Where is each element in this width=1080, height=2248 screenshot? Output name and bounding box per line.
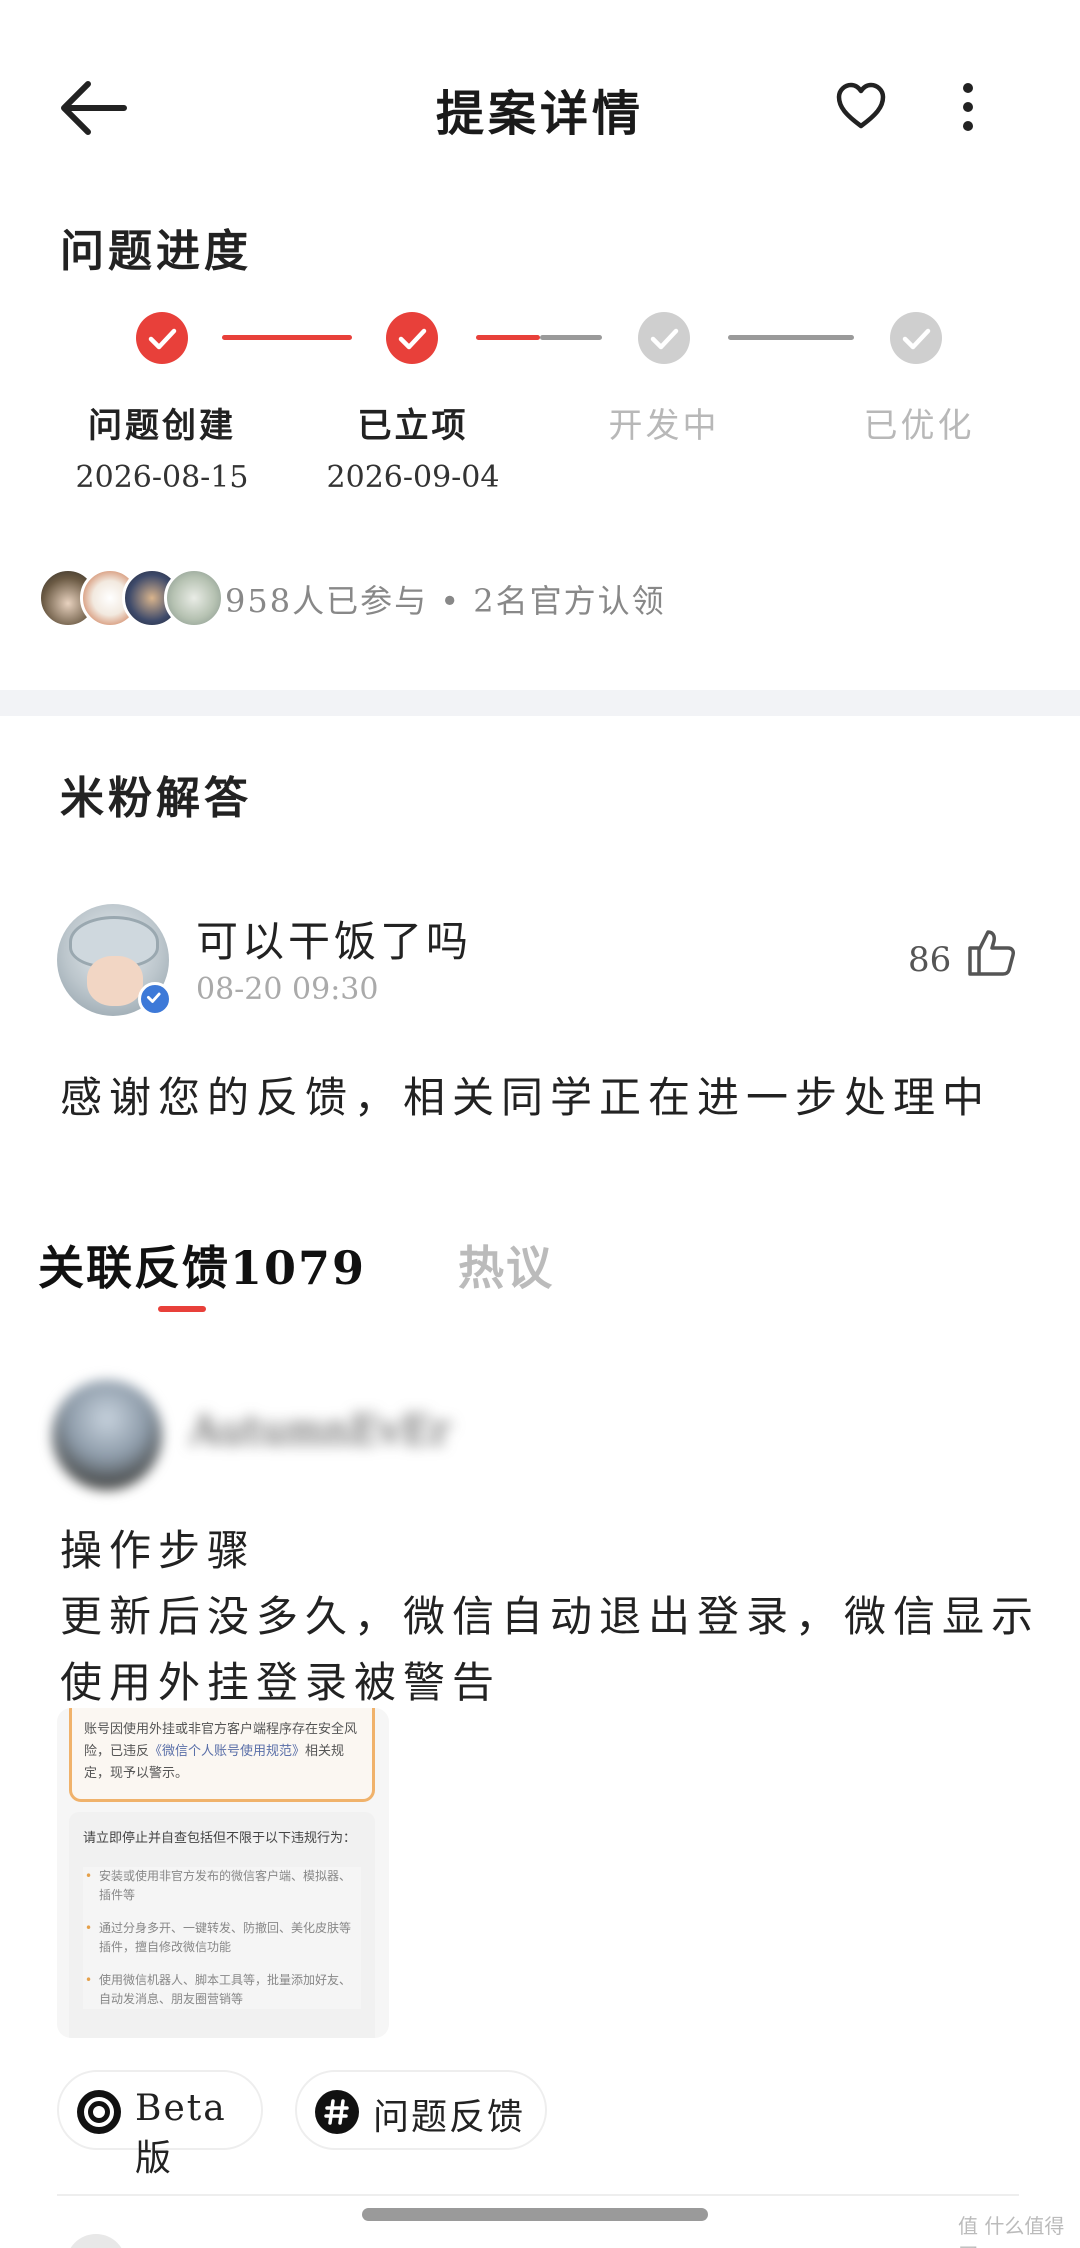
home-indicator[interactable]	[362, 2208, 708, 2221]
verified-badge-icon	[138, 982, 172, 1016]
step-4-check-icon	[890, 312, 942, 364]
answer-time: 08-20 09:30	[196, 972, 379, 1007]
image-body: 请立即停止并自查包括但不限于以下违规行为： 安装或使用非官方发布的微信客户端、模…	[69, 1812, 375, 2038]
tag-chip-beta[interactable]: Beta版	[57, 2070, 263, 2179]
avatar[interactable]	[66, 2234, 126, 2248]
step-connector-1	[222, 335, 352, 340]
step-connector-3	[728, 335, 854, 340]
post-author-name[interactable]: AutumnEvEr	[190, 1408, 450, 1454]
step-connector-2-done	[476, 335, 540, 340]
participants-count: 958人已参与 • 2名官方认领	[225, 582, 666, 620]
post-screenshot-image[interactable]: 账号因使用外挂或非官方客户端程序存在安全风险，已违反《微信个人账号使用规范》相关…	[57, 1708, 389, 2038]
answer-section-title: 米粉解答	[60, 773, 252, 824]
image-warning-box: 账号因使用外挂或非官方客户端程序存在安全风险，已违反《微信个人账号使用规范》相关…	[69, 1708, 375, 1802]
step-1-check-icon	[136, 312, 188, 364]
step-2-label: 已立项	[357, 406, 469, 446]
step-1-date: 2026-08-15	[75, 460, 249, 495]
post-content[interactable]: 操作步骤 更新后没多久，微信自动退出登录，微信显示 使用外挂登录被警告	[60, 1518, 1040, 1716]
answerer-name[interactable]: 可以干饭了吗	[196, 908, 472, 969]
step-4-label: 已优化	[863, 406, 975, 446]
section-divider	[0, 690, 1080, 716]
tab-hot-discussion[interactable]: 热议	[458, 1232, 554, 1298]
top-bar: 提案详情	[0, 0, 1080, 215]
post-line-2: 更新后没多久，微信自动退出登录，微信显示	[60, 1592, 1041, 1641]
chip-label: 问题反馈	[373, 2097, 526, 2138]
post-line-3: 使用外挂登录被警告	[60, 1658, 502, 1707]
hashtag-icon	[315, 2090, 359, 2134]
heart-icon[interactable]	[836, 82, 886, 132]
step-2-check-icon	[386, 312, 438, 364]
watermark: 值 什么值得买	[958, 2214, 1065, 2248]
step-3-label: 开发中	[608, 406, 720, 446]
back-arrow-icon[interactable]	[58, 80, 128, 136]
tab-active-indicator	[158, 1306, 206, 1312]
post-divider	[57, 2194, 1019, 2196]
avatar	[164, 568, 224, 628]
post-line-1: 操作步骤	[60, 1526, 257, 1575]
step-3-check-icon	[638, 312, 690, 364]
answer-text: 感谢您的反馈，相关同学正在进一步处理中	[60, 1073, 992, 1122]
tag-chip-feedback[interactable]: 问题反馈	[295, 2070, 547, 2150]
post-author-avatar[interactable]	[52, 1380, 162, 1490]
progress-section-title: 问题进度	[60, 226, 252, 277]
step-connector-2-pending	[540, 335, 602, 340]
more-vertical-icon[interactable]	[960, 82, 976, 132]
beta-target-icon	[77, 2090, 121, 2134]
chip-label: Beta版	[135, 2088, 227, 2179]
step-1-label: 问题创建	[88, 406, 236, 446]
step-2-date: 2026-09-04	[326, 460, 500, 495]
tab-related-feedback[interactable]: 关联反馈1079	[38, 1232, 366, 1298]
thumbs-up-icon[interactable]	[966, 928, 1016, 978]
page-title: 提案详情	[435, 86, 644, 142]
like-count: 86	[908, 940, 952, 980]
